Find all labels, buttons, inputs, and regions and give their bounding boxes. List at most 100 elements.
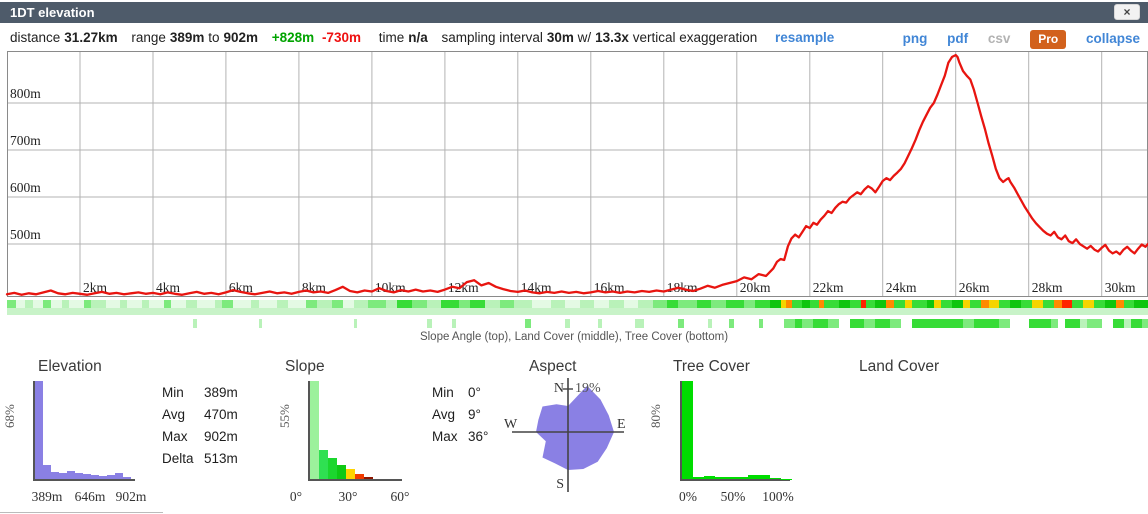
strip-segment: [905, 300, 912, 308]
strip-segment: [1131, 319, 1142, 328]
elevation-gain: +828m: [272, 30, 314, 45]
histogram-bar: [748, 475, 759, 479]
strip-segment: [565, 319, 569, 328]
slope-angle-strip: [7, 300, 1148, 308]
strip-segment: [1134, 300, 1148, 308]
strip-segment: [288, 300, 306, 308]
strip-segment: [963, 319, 974, 328]
strip-segment: [770, 300, 781, 308]
strip-segment: [784, 319, 795, 328]
strip-segment: [963, 300, 970, 308]
x-axis-label: 18km: [667, 280, 698, 295]
histogram-bar: [115, 473, 123, 479]
export-pdf-link[interactable]: pdf: [947, 31, 968, 46]
strip-segment: [164, 300, 171, 308]
strip-segment: [149, 300, 164, 308]
elevation-profile-line: [7, 55, 1148, 295]
strip-segment: [354, 319, 358, 328]
aspect-max-label: 19%: [575, 381, 601, 396]
elevation-histogram: [33, 381, 135, 481]
slope-histogram: [308, 381, 402, 481]
strip-segment: [565, 300, 580, 308]
sampling-label: sampling interval: [442, 30, 543, 45]
x-axis-label: 24km: [886, 280, 917, 295]
strip-segment: [186, 300, 197, 308]
collapse-link[interactable]: collapse: [1086, 31, 1140, 46]
distance-label: distance: [10, 30, 60, 45]
strip-segment: [802, 300, 809, 308]
strip-segment: [653, 300, 668, 308]
distance-value: 31.27km: [64, 30, 117, 45]
strip-segment: [927, 300, 934, 308]
histogram-bar: [67, 471, 75, 479]
strip-segment: [277, 300, 288, 308]
strip-segment: [233, 300, 251, 308]
histogram-bar: [726, 477, 737, 479]
strip-segment: [222, 300, 233, 308]
slope-panel-title: Slope: [285, 358, 325, 376]
histogram-bar: [75, 473, 83, 479]
strip-segment: [729, 319, 733, 328]
hist-xtick-label: 646m: [75, 489, 106, 505]
strip-segment: [1072, 300, 1083, 308]
strip-segment: [875, 319, 890, 328]
x-axis-label: 22km: [813, 280, 844, 295]
strip-segment: [970, 300, 981, 308]
strip-segment: [1124, 319, 1131, 328]
histogram-bar: [770, 478, 781, 479]
strip-segment: [999, 319, 1010, 328]
tree-cover-panel-title: Tree Cover: [673, 358, 750, 376]
strip-segment: [500, 300, 515, 308]
strip-segment: [795, 319, 802, 328]
x-axis-label: 20km: [740, 280, 771, 295]
strip-segment: [514, 300, 532, 308]
strip-segment: [51, 300, 62, 308]
histogram-bar: [310, 381, 319, 479]
strip-segment: [886, 300, 893, 308]
strip-segment: [427, 319, 432, 328]
strip-segment: [7, 300, 16, 308]
histogram-bar: [83, 474, 91, 479]
strip-segment: [127, 300, 142, 308]
strip-segment: [981, 300, 988, 308]
elevation-stats: Min389m Avg470m Max902m Delta513m: [162, 385, 238, 473]
strip-segment: [332, 300, 343, 308]
close-button[interactable]: ×: [1114, 4, 1140, 20]
strip-segment: [1142, 319, 1148, 328]
strip-segment: [69, 300, 84, 308]
hist-xtick-label: 100%: [762, 489, 794, 505]
strip-segment: [1010, 300, 1021, 308]
strip-segment: [1094, 300, 1105, 308]
strip-segment: [839, 300, 850, 308]
export-png-link[interactable]: png: [903, 31, 928, 46]
strip-segment: [934, 300, 941, 308]
elevation-loss: -730m: [322, 30, 361, 45]
strip-segment: [894, 300, 905, 308]
strip-segment: [33, 300, 44, 308]
histogram-bar: [364, 477, 373, 479]
strip-segment: [866, 300, 875, 308]
x-axis-label: 30km: [1105, 280, 1136, 295]
histogram-bar: [91, 475, 99, 479]
strip-segment: [368, 300, 386, 308]
stat-label: Avg: [162, 407, 204, 429]
elevation-profile-chart[interactable]: 500m600m700m800m2km4km6km8km10km12km14km…: [0, 51, 1148, 297]
histogram-bar: [715, 477, 726, 479]
strip-segment: [25, 300, 32, 308]
strip-segment: [1083, 300, 1094, 308]
export-csv-link[interactable]: csv: [988, 31, 1011, 46]
chart-border: [8, 52, 1148, 297]
strip-segment: [441, 300, 459, 308]
strip-segment: [412, 300, 427, 308]
window-edge-line: [0, 512, 163, 513]
pro-badge[interactable]: Pro: [1030, 30, 1066, 49]
strip-segment: [824, 300, 839, 308]
resample-link[interactable]: resample: [775, 30, 834, 45]
strip-segment: [193, 319, 197, 328]
strip-segment: [171, 300, 186, 308]
strip-segment: [386, 300, 397, 308]
strip-segment: [802, 319, 813, 328]
sampling-value: 30m: [547, 30, 574, 45]
strip-segment: [1113, 319, 1124, 328]
strip-segment: [813, 319, 828, 328]
